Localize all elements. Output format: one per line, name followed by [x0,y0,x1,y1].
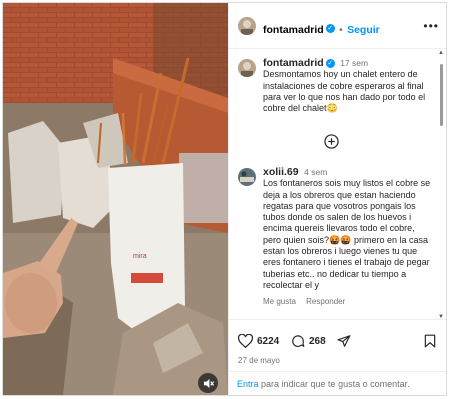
add-comment-icon[interactable] [324,134,339,149]
caption-text: Desmontamos hoy un chalet entero de inst… [263,69,435,114]
caption-header: fontamadrid ✓ 17 sem [263,57,435,69]
post-window: mira fontamadrid ✓ • Seguir ••• fontamad… [2,2,447,396]
caption-avatar[interactable] [238,59,256,77]
comments-scrollbar[interactable]: ▲ ▼ [438,50,444,320]
verified-badge-icon: ✓ [325,24,335,34]
comments-count[interactable]: 268 [309,336,326,347]
post-header: fontamadrid ✓ • Seguir ••• [229,3,446,49]
author-username[interactable]: fontamadrid [263,24,324,36]
login-prompt: Entra para indicar que te gusta o coment… [229,371,446,395]
caption-emoji: 😳 [326,103,338,114]
video-frame: mira [3,3,228,395]
post-panel: fontamadrid ✓ • Seguir ••• fontamadrid ✓ 1… [228,3,446,395]
comment-meta: Me gusta Responder [263,297,435,306]
separator-dot: • [339,25,343,36]
verified-badge-icon: ✓ [325,59,335,69]
comment-icon[interactable] [291,334,305,353]
comment-header: xolii.69 4 sem [263,166,435,178]
caption-author[interactable]: fontamadrid [263,57,324,69]
action-bar: 6224 268 27 de mayo [229,319,446,369]
header-title-row: fontamadrid ✓ • Seguir [263,20,380,38]
caption: fontamadrid ✓ 17 sem Desmontamos hoy un c… [263,57,435,114]
post-date[interactable]: 27 de mayo [238,356,280,365]
comment-author[interactable]: xolii.69 [263,166,299,178]
save-icon[interactable] [424,334,436,353]
scroll-thumb[interactable] [440,64,443,126]
comment: xolii.69 4 sem Los fontaneros sois muy l… [263,166,435,306]
comment-text: Los fontaneros sois muy listos el cobre … [263,178,431,290]
scroll-up-arrow[interactable]: ▲ [438,50,444,56]
comment-like-button[interactable]: Me gusta [263,297,296,306]
post-video[interactable]: mira [3,3,228,395]
svg-text:mira: mira [133,253,147,260]
follow-button[interactable]: Seguir [347,24,380,36]
login-link[interactable]: Entra [237,379,259,389]
mute-button[interactable] [198,373,218,393]
caption-time[interactable]: 17 sem [340,58,368,68]
author-avatar[interactable] [238,17,256,35]
comment-time[interactable]: 4 sem [304,167,327,177]
commenter-avatar[interactable] [238,168,256,186]
login-prompt-text: para indicar que te gusta o comentar. [258,379,410,389]
comment-reply-button[interactable]: Responder [306,297,345,306]
likes-count[interactable]: 6224 [257,336,279,347]
more-options-icon[interactable]: ••• [423,19,439,33]
share-icon[interactable] [337,334,351,353]
heart-icon[interactable] [237,333,254,353]
caption-body: Desmontamos hoy un chalet entero de inst… [263,69,426,114]
mute-icon [203,378,214,388]
comments-list[interactable]: fontamadrid ✓ 17 sem Desmontamos hoy un c… [229,49,446,319]
